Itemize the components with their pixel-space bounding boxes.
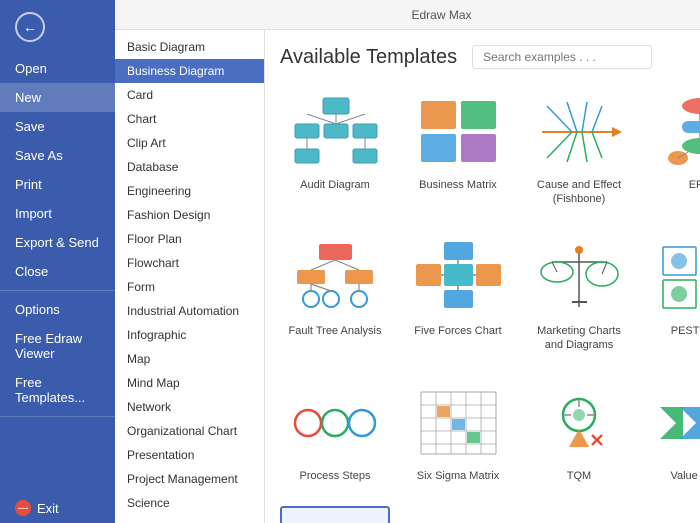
template-marketing-charts[interactable]: Marketing Charts and Diagrams [526, 230, 632, 361]
templates-panel: Available Templates [265, 30, 700, 523]
category-industrial-automation[interactable]: Industrial Automation [115, 299, 264, 323]
sidebar-divider [0, 290, 115, 291]
template-thumb-audit [290, 92, 380, 172]
template-thumb-epc [655, 92, 700, 172]
back-circle-icon: ← [15, 12, 45, 42]
template-thumb-cause-effect [534, 92, 624, 172]
template-label-tqm: TQM [567, 469, 591, 483]
category-floor-plan[interactable]: Floor Plan [115, 227, 264, 251]
template-label-pest: PEST Chart [671, 324, 700, 338]
category-presentation[interactable]: Presentation [115, 443, 264, 467]
template-label-six-sigma: Six Sigma Matrix [417, 469, 500, 483]
template-thumb-value-stream [290, 516, 380, 523]
category-flowchart[interactable]: Flowchart [115, 251, 264, 275]
category-clip-art[interactable]: Clip Art [115, 131, 264, 155]
template-thumb-six-sigma [413, 383, 503, 463]
category-org-chart[interactable]: Organizational Chart [115, 419, 264, 443]
template-grid: Audit Diagram Business Matrix [280, 84, 700, 523]
category-fashion-design[interactable]: Fashion Design [115, 203, 264, 227]
template-six-sigma[interactable]: Six Sigma Matrix [405, 375, 511, 491]
template-label-epc: EPC [689, 178, 700, 192]
category-panel: Basic Diagram Business Diagram Card Char… [115, 30, 265, 523]
category-basic-diagram[interactable]: Basic Diagram [115, 35, 264, 59]
template-label-value-chain: Value Chain [670, 469, 700, 483]
category-engineering[interactable]: Engineering [115, 179, 264, 203]
template-label-five-forces: Five Forces Chart [414, 324, 501, 338]
template-label-audit: Audit Diagram [300, 178, 370, 192]
category-form[interactable]: Form [115, 275, 264, 299]
category-science[interactable]: Science [115, 491, 264, 515]
category-map[interactable]: Map [115, 347, 264, 371]
sidebar-item-free-templates[interactable]: Free Templates... [0, 368, 115, 412]
template-label-business-matrix: Business Matrix [419, 178, 497, 192]
category-business-diagram[interactable]: Business Diagram [115, 59, 264, 83]
category-chart[interactable]: Chart [115, 107, 264, 131]
app-title: Edraw Max [411, 8, 471, 22]
template-epc[interactable]: EPC [647, 84, 700, 215]
template-fault-tree[interactable]: Fault Tree Analysis [280, 230, 390, 361]
template-thumb-marketing [534, 238, 624, 318]
sidebar: ← Open New Save Save As Print Import Exp… [0, 0, 115, 523]
sidebar-item-exit[interactable]: — Exit [0, 493, 115, 523]
page-title: Available Templates [280, 46, 457, 69]
category-database[interactable]: Database [115, 155, 264, 179]
sidebar-item-options[interactable]: Options [0, 295, 115, 324]
templates-header: Available Templates [280, 45, 700, 69]
sidebar-item-save[interactable]: Save [0, 112, 115, 141]
template-audit-diagram[interactable]: Audit Diagram [280, 84, 390, 215]
template-thumb-value-chain [655, 383, 700, 463]
sidebar-divider-2 [0, 416, 115, 417]
back-button[interactable]: ← [0, 0, 115, 54]
sidebar-item-new[interactable]: New [0, 83, 115, 112]
main-content: Edraw Max Basic Diagram Business Diagram… [115, 0, 700, 523]
sidebar-menu: Open New Save Save As Print Import Expor… [0, 54, 115, 523]
topbar: Edraw Max [115, 0, 700, 30]
sidebar-item-print[interactable]: Print [0, 170, 115, 199]
sidebar-item-close[interactable]: Close [0, 257, 115, 286]
template-label-marketing: Marketing Charts and Diagrams [537, 324, 621, 353]
template-cause-effect[interactable]: Cause and Effect (Fishbone) [526, 84, 632, 215]
exit-icon: — [15, 500, 31, 516]
sidebar-item-export-send[interactable]: Export & Send [0, 228, 115, 257]
template-pest-chart[interactable]: PEST Chart [647, 230, 700, 361]
template-value-stream[interactable]: Value Stream Mapping [280, 506, 390, 523]
content-area: Basic Diagram Business Diagram Card Char… [115, 30, 700, 523]
template-process-steps[interactable]: Process Steps [280, 375, 390, 491]
template-tqm[interactable]: TQM [526, 375, 632, 491]
category-mind-map[interactable]: Mind Map [115, 371, 264, 395]
category-project-management[interactable]: Project Management [115, 467, 264, 491]
search-input[interactable] [472, 45, 652, 69]
template-thumb-fault-tree [290, 238, 380, 318]
template-five-forces[interactable]: Five Forces Chart [405, 230, 511, 361]
template-thumb-pest [655, 238, 700, 318]
template-label-fault-tree: Fault Tree Analysis [289, 324, 382, 338]
category-network[interactable]: Network [115, 395, 264, 419]
sidebar-item-save-as[interactable]: Save As [0, 141, 115, 170]
template-label-process-steps: Process Steps [300, 469, 371, 483]
sidebar-item-free-viewer[interactable]: Free Edraw Viewer [0, 324, 115, 368]
template-thumb-tqm [534, 383, 624, 463]
template-thumb-process-steps [290, 383, 380, 463]
category-card[interactable]: Card [115, 83, 264, 107]
template-business-matrix[interactable]: Business Matrix [405, 84, 511, 215]
sidebar-item-import[interactable]: Import [0, 199, 115, 228]
sidebar-item-open[interactable]: Open [0, 54, 115, 83]
template-label-cause-effect: Cause and Effect (Fishbone) [537, 178, 621, 207]
template-value-chain[interactable]: Value Chain [647, 375, 700, 491]
template-thumb-five-forces [413, 238, 503, 318]
category-infographic[interactable]: Infographic [115, 323, 264, 347]
template-thumb-business-matrix [413, 92, 503, 172]
